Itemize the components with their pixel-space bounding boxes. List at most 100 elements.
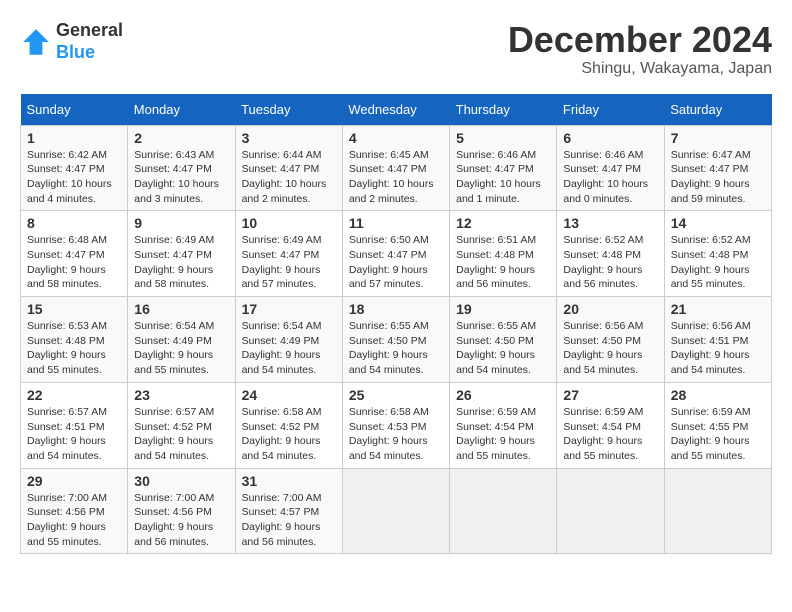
week-row-3: 15 Sunrise: 6:53 AM Sunset: 4:48 PM Dayli…	[21, 297, 772, 383]
day-cell: 30Sunrise: 7:00 AM Sunset: 4:56 PM Dayli…	[128, 468, 235, 554]
day-number: 31	[242, 473, 336, 489]
day-cell: 10Sunrise: 6:49 AM Sunset: 4:47 PM Dayli…	[235, 211, 342, 297]
month-title: December 2024	[508, 20, 772, 60]
day-number: 21	[671, 301, 765, 317]
week-row-4: 22 Sunrise: 6:57 AM Sunset: 4:51 PM Dayli…	[21, 382, 772, 468]
day-cell: 2 Sunrise: 6:43 AM Sunset: 4:47 PM Daylig…	[128, 125, 235, 211]
page-header: General Blue December 2024 Shingu, Wakay…	[20, 20, 772, 78]
day-number: 12	[456, 215, 550, 231]
day-cell: 1 Sunrise: 6:42 AM Sunset: 4:47 PM Daylig…	[21, 125, 128, 211]
day-number: 14	[671, 215, 765, 231]
day-info: Sunrise: 6:54 AM Sunset: 4:49 PM Dayligh…	[242, 319, 336, 378]
day-info: Sunrise: 6:45 AM Sunset: 4:47 PM Dayligh…	[349, 148, 443, 207]
day-cell: 11 Sunrise: 6:50 AM Sunset: 4:47 PM Dayli…	[342, 211, 449, 297]
header-cell-saturday: Saturday	[664, 94, 771, 126]
day-info: Sunrise: 6:43 AM Sunset: 4:47 PM Dayligh…	[134, 148, 228, 207]
day-number: 4	[349, 130, 443, 146]
day-number: 30	[134, 473, 228, 489]
logo-text: General Blue	[56, 20, 123, 63]
day-cell: 27 Sunrise: 6:59 AM Sunset: 4:54 PM Dayli…	[557, 382, 664, 468]
day-cell: 28 Sunrise: 6:59 AM Sunset: 4:55 PM Dayli…	[664, 382, 771, 468]
day-cell: 14 Sunrise: 6:52 AM Sunset: 4:48 PM Dayli…	[664, 211, 771, 297]
day-number: 6	[563, 130, 657, 146]
day-info: Sunrise: 6:48 AM Sunset: 4:47 PM Dayligh…	[27, 233, 121, 292]
day-cell	[664, 468, 771, 554]
day-info: Sunrise: 7:00 AM Sunset: 4:56 PM Dayligh…	[27, 491, 121, 550]
header-cell-wednesday: Wednesday	[342, 94, 449, 126]
day-cell: 17Sunrise: 6:54 AM Sunset: 4:49 PM Dayli…	[235, 297, 342, 383]
day-info: Sunrise: 6:55 AM Sunset: 4:50 PM Dayligh…	[349, 319, 443, 378]
day-number: 25	[349, 387, 443, 403]
day-cell: 29 Sunrise: 7:00 AM Sunset: 4:56 PM Dayli…	[21, 468, 128, 554]
header-cell-thursday: Thursday	[450, 94, 557, 126]
day-info: Sunrise: 6:58 AM Sunset: 4:53 PM Dayligh…	[349, 405, 443, 464]
day-info: Sunrise: 6:53 AM Sunset: 4:48 PM Dayligh…	[27, 319, 121, 378]
day-cell: 15 Sunrise: 6:53 AM Sunset: 4:48 PM Dayli…	[21, 297, 128, 383]
day-info: Sunrise: 7:00 AM Sunset: 4:57 PM Dayligh…	[242, 491, 336, 550]
header-cell-tuesday: Tuesday	[235, 94, 342, 126]
day-info: Sunrise: 6:49 AM Sunset: 4:47 PM Dayligh…	[134, 233, 228, 292]
day-cell: 13 Sunrise: 6:52 AM Sunset: 4:48 PM Dayli…	[557, 211, 664, 297]
day-info: Sunrise: 6:47 AM Sunset: 4:47 PM Dayligh…	[671, 148, 765, 207]
day-cell: 3 Sunrise: 6:44 AM Sunset: 4:47 PM Daylig…	[235, 125, 342, 211]
day-cell: 8Sunrise: 6:48 AM Sunset: 4:47 PM Daylig…	[21, 211, 128, 297]
day-cell: 21 Sunrise: 6:56 AM Sunset: 4:51 PM Dayli…	[664, 297, 771, 383]
day-info: Sunrise: 6:55 AM Sunset: 4:50 PM Dayligh…	[456, 319, 550, 378]
day-info: Sunrise: 6:58 AM Sunset: 4:52 PM Dayligh…	[242, 405, 336, 464]
day-number: 5	[456, 130, 550, 146]
day-cell: 22 Sunrise: 6:57 AM Sunset: 4:51 PM Dayli…	[21, 382, 128, 468]
day-number: 7	[671, 130, 765, 146]
day-number: 1	[27, 130, 121, 146]
day-cell: 20Sunrise: 6:56 AM Sunset: 4:50 PM Dayli…	[557, 297, 664, 383]
day-cell: 24 Sunrise: 6:58 AM Sunset: 4:52 PM Dayli…	[235, 382, 342, 468]
day-number: 27	[563, 387, 657, 403]
day-number: 3	[242, 130, 336, 146]
day-info: Sunrise: 6:56 AM Sunset: 4:51 PM Dayligh…	[671, 319, 765, 378]
day-info: Sunrise: 6:46 AM Sunset: 4:47 PM Dayligh…	[456, 148, 550, 207]
day-info: Sunrise: 6:54 AM Sunset: 4:49 PM Dayligh…	[134, 319, 228, 378]
day-info: Sunrise: 6:57 AM Sunset: 4:52 PM Dayligh…	[134, 405, 228, 464]
day-cell	[557, 468, 664, 554]
day-cell: 7 Sunrise: 6:47 AM Sunset: 4:47 PM Daylig…	[664, 125, 771, 211]
day-number: 9	[134, 215, 228, 231]
day-number: 24	[242, 387, 336, 403]
calendar-table: SundayMondayTuesdayWednesdayThursdayFrid…	[20, 94, 772, 555]
day-info: Sunrise: 6:59 AM Sunset: 4:54 PM Dayligh…	[563, 405, 657, 464]
day-number: 26	[456, 387, 550, 403]
day-cell: 25 Sunrise: 6:58 AM Sunset: 4:53 PM Dayli…	[342, 382, 449, 468]
week-row-5: 29 Sunrise: 7:00 AM Sunset: 4:56 PM Dayli…	[21, 468, 772, 554]
day-cell: 18 Sunrise: 6:55 AM Sunset: 4:50 PM Dayli…	[342, 297, 449, 383]
day-number: 2	[134, 130, 228, 146]
day-info: Sunrise: 6:52 AM Sunset: 4:48 PM Dayligh…	[563, 233, 657, 292]
header-row: SundayMondayTuesdayWednesdayThursdayFrid…	[21, 94, 772, 126]
day-number: 13	[563, 215, 657, 231]
location: Shingu, Wakayama, Japan	[508, 60, 772, 78]
day-number: 15	[27, 301, 121, 317]
day-number: 18	[349, 301, 443, 317]
day-info: Sunrise: 6:59 AM Sunset: 4:55 PM Dayligh…	[671, 405, 765, 464]
day-info: Sunrise: 6:59 AM Sunset: 4:54 PM Dayligh…	[456, 405, 550, 464]
day-cell: 16Sunrise: 6:54 AM Sunset: 4:49 PM Dayli…	[128, 297, 235, 383]
day-number: 11	[349, 215, 443, 231]
logo-icon	[20, 26, 52, 58]
day-cell: 6Sunrise: 6:46 AM Sunset: 4:47 PM Daylig…	[557, 125, 664, 211]
day-cell: 19Sunrise: 6:55 AM Sunset: 4:50 PM Dayli…	[450, 297, 557, 383]
header-cell-monday: Monday	[128, 94, 235, 126]
header-cell-sunday: Sunday	[21, 94, 128, 126]
day-number: 28	[671, 387, 765, 403]
day-cell: 31 Sunrise: 7:00 AM Sunset: 4:57 PM Dayli…	[235, 468, 342, 554]
day-info: Sunrise: 6:57 AM Sunset: 4:51 PM Dayligh…	[27, 405, 121, 464]
day-cell: 12Sunrise: 6:51 AM Sunset: 4:48 PM Dayli…	[450, 211, 557, 297]
day-number: 29	[27, 473, 121, 489]
day-cell: 26 Sunrise: 6:59 AM Sunset: 4:54 PM Dayli…	[450, 382, 557, 468]
day-number: 23	[134, 387, 228, 403]
week-row-2: 8Sunrise: 6:48 AM Sunset: 4:47 PM Daylig…	[21, 211, 772, 297]
day-number: 22	[27, 387, 121, 403]
day-number: 20	[563, 301, 657, 317]
day-info: Sunrise: 6:52 AM Sunset: 4:48 PM Dayligh…	[671, 233, 765, 292]
day-number: 10	[242, 215, 336, 231]
calendar-body: 1 Sunrise: 6:42 AM Sunset: 4:47 PM Daylig…	[21, 125, 772, 554]
day-info: Sunrise: 6:50 AM Sunset: 4:47 PM Dayligh…	[349, 233, 443, 292]
day-info: Sunrise: 6:42 AM Sunset: 4:47 PM Dayligh…	[27, 148, 121, 207]
day-info: Sunrise: 6:44 AM Sunset: 4:47 PM Dayligh…	[242, 148, 336, 207]
